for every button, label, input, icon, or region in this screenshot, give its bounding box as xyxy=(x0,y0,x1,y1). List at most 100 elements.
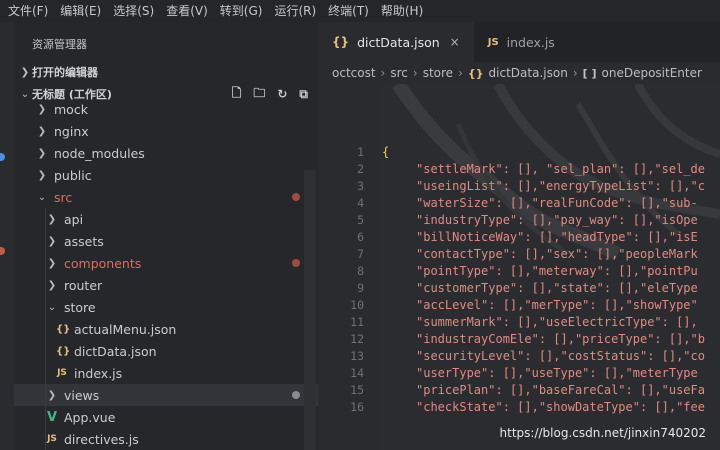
code-text: "accLevel": [],"merType": [],"showType" xyxy=(416,298,698,312)
line-number: 4 xyxy=(357,196,364,210)
code-text: "useingList": [],"energyTypeList": [],"c xyxy=(416,179,705,193)
breadcrumb-item[interactable]: store xyxy=(423,66,453,80)
code-line: "useingList": [],"energyTypeList": [],"c xyxy=(382,178,720,195)
tree-item-label: dictData.json xyxy=(74,343,157,359)
code-line: "summerMark": [],"useElectricType": [], xyxy=(382,314,720,331)
tree-item-label: store xyxy=(64,299,96,315)
json-icon: {} xyxy=(332,35,350,49)
tree-item-label: public xyxy=(54,167,92,183)
tree-item-label: api xyxy=(64,211,84,227)
chevron-right-icon: ❯ xyxy=(47,235,57,247)
tree-file[interactable]: JS directives.js xyxy=(14,428,318,450)
tree-folder[interactable]: ⌄ src xyxy=(14,186,318,208)
breadcrumb-separator-icon: › xyxy=(458,66,463,80)
menu-item[interactable]: 编辑(E) xyxy=(54,0,107,22)
breadcrumb-item[interactable]: octcost xyxy=(332,66,376,80)
breadcrumb-item[interactable]: src xyxy=(390,66,408,80)
tree-folder[interactable]: ❯ views xyxy=(14,384,318,406)
code-line: "checkState": [],"showDateType": [],"fee xyxy=(382,399,720,416)
line-number: 16 xyxy=(350,400,364,414)
indent-guide xyxy=(45,208,46,450)
tree-item-label: index.js xyxy=(74,365,123,381)
editor-area: {} dictData.json × JS index.js octcost ›… xyxy=(318,22,720,450)
tree-file[interactable]: JS index.js xyxy=(14,362,318,384)
tree-folder[interactable]: ❯ components xyxy=(14,252,318,274)
code-content[interactable]: { "settleMark": [], "sel_plan": [],"sel_d… xyxy=(382,144,720,416)
breadcrumb-item[interactable]: oneDepositEnter xyxy=(602,66,702,80)
breadcrumb-separator-icon: › xyxy=(572,66,578,80)
line-number: 2 xyxy=(357,162,364,176)
chevron-right-icon: ❯ xyxy=(20,66,30,78)
breadcrumb-item[interactable]: dictData.json xyxy=(489,66,568,80)
tree-folder[interactable]: ❯ api xyxy=(14,208,318,230)
tree-folder[interactable]: ❯ nginx xyxy=(14,120,318,142)
menu-item[interactable]: 文件(F) xyxy=(0,0,54,22)
tree-folder[interactable]: ❯ assets xyxy=(14,230,318,252)
code-text: "settleMark": [], "sel_plan": [],"sel_de xyxy=(416,162,705,176)
line-numbers: 1 2 3 4 5 6 7 8 9 10 11 12 13 14 15 16 xyxy=(318,144,364,416)
chevron-down-icon: ⌄ xyxy=(37,191,47,203)
explorer-title: 资源管理器 xyxy=(32,38,87,51)
code-text: "waterSize": [],"realFunCode": [],"sub- xyxy=(416,196,698,210)
tree-item-label: mock xyxy=(54,101,88,117)
editor-tabs: {} dictData.json × JS index.js xyxy=(318,22,720,62)
tree-item-label: actualMenu.json xyxy=(74,321,177,337)
code-line: "customerType": [],"state": [],"eleType xyxy=(382,280,720,297)
sidebar-scrollbar[interactable] xyxy=(304,170,316,450)
tree-folder[interactable]: ❯ mock xyxy=(14,98,318,120)
tree-file[interactable]: V App.vue xyxy=(14,406,318,428)
chevron-right-icon: ❯ xyxy=(47,389,57,401)
modified-dot-icon xyxy=(292,391,300,399)
tree-file[interactable]: {} actualMenu.json xyxy=(14,318,318,340)
line-number: 7 xyxy=(357,247,364,261)
js-file-icon: JS xyxy=(47,434,57,444)
code-text: "securityLevel": [],"costStatus": [],"co xyxy=(416,349,705,363)
file-tree: ❯ mock ❯ nginx ❯ node_modules ❯ public ⌄ src ❯ api ❯… xyxy=(14,98,318,450)
code-text: "pointType": [],"meterway": [],"pointPu xyxy=(416,264,698,278)
tree-folder[interactable]: ❯ router xyxy=(14,274,318,296)
code-line: "accLevel": [],"merType": [],"showType" xyxy=(382,297,720,314)
tree-item-label: components xyxy=(64,255,142,271)
tab-dictdata-json[interactable]: {} dictData.json × xyxy=(318,22,474,62)
menu-item[interactable]: 转到(G) xyxy=(214,0,269,22)
chevron-down-icon: ⌄ xyxy=(47,301,57,313)
menu-item[interactable]: 运行(R) xyxy=(268,0,322,22)
code-text: "pricePlan": [],"baseFareCal": [],"useFa xyxy=(416,383,705,397)
js-file-icon: JS xyxy=(57,368,67,378)
code-line: "pointType": [],"meterway": [],"pointPu xyxy=(382,263,720,280)
tree-file[interactable]: {} dictData.json xyxy=(14,340,318,362)
close-icon[interactable]: × xyxy=(450,35,460,49)
watermark-text: https://blog.csdn.net/jinxin740202 xyxy=(499,426,706,440)
open-editors-section[interactable]: ❯ 打开的编辑器 xyxy=(14,62,318,82)
tree-folder[interactable]: ⌄ store xyxy=(14,296,318,318)
line-number: 3 xyxy=(357,179,364,193)
code-text: "billNoticeWay": [],"headType": [],"isE xyxy=(416,230,698,244)
code-line: "securityLevel": [],"costStatus": [],"co xyxy=(382,348,720,365)
tree-item-label: nginx xyxy=(54,123,89,139)
json-icon: {} xyxy=(467,66,484,80)
tab-label: index.js xyxy=(506,34,555,50)
line-number: 15 xyxy=(350,383,364,397)
code-text: "industryType": [],"pay_way": [],"isOpe xyxy=(416,213,698,227)
code-text: "checkState": [],"showDateType": [],"fee xyxy=(416,400,705,414)
code-line: "industryType": [],"pay_way": [],"isOpe xyxy=(382,212,720,229)
tab-index-js[interactable]: JS index.js xyxy=(474,22,569,62)
chevron-right-icon: ❯ xyxy=(47,279,57,291)
line-number: 8 xyxy=(357,264,364,278)
tree-folder[interactable]: ❯ node_modules xyxy=(14,142,318,164)
breadcrumb-separator-icon: › xyxy=(380,66,386,80)
line-number: 6 xyxy=(357,230,364,244)
code-line: "industrayComEle": [],"priceType": [],"b xyxy=(382,331,720,348)
tree-folder[interactable]: ❯ public xyxy=(14,164,318,186)
menu-item[interactable]: 帮助(H) xyxy=(375,0,429,22)
vue-file-icon: V xyxy=(46,409,58,425)
menu-item[interactable]: 终端(T) xyxy=(322,0,375,22)
code-line: "pricePlan": [],"baseFareCal": [],"useFa xyxy=(382,382,720,399)
tree-item-label: src xyxy=(54,189,73,205)
breadcrumb: octcost › src › store › {} dictData.json… xyxy=(318,62,720,84)
line-number: 5 xyxy=(357,213,364,227)
menu-item[interactable]: 查看(V) xyxy=(160,0,214,22)
line-number: 12 xyxy=(350,332,364,346)
code-text: { xyxy=(382,145,390,159)
menu-item[interactable]: 选择(S) xyxy=(107,0,160,22)
